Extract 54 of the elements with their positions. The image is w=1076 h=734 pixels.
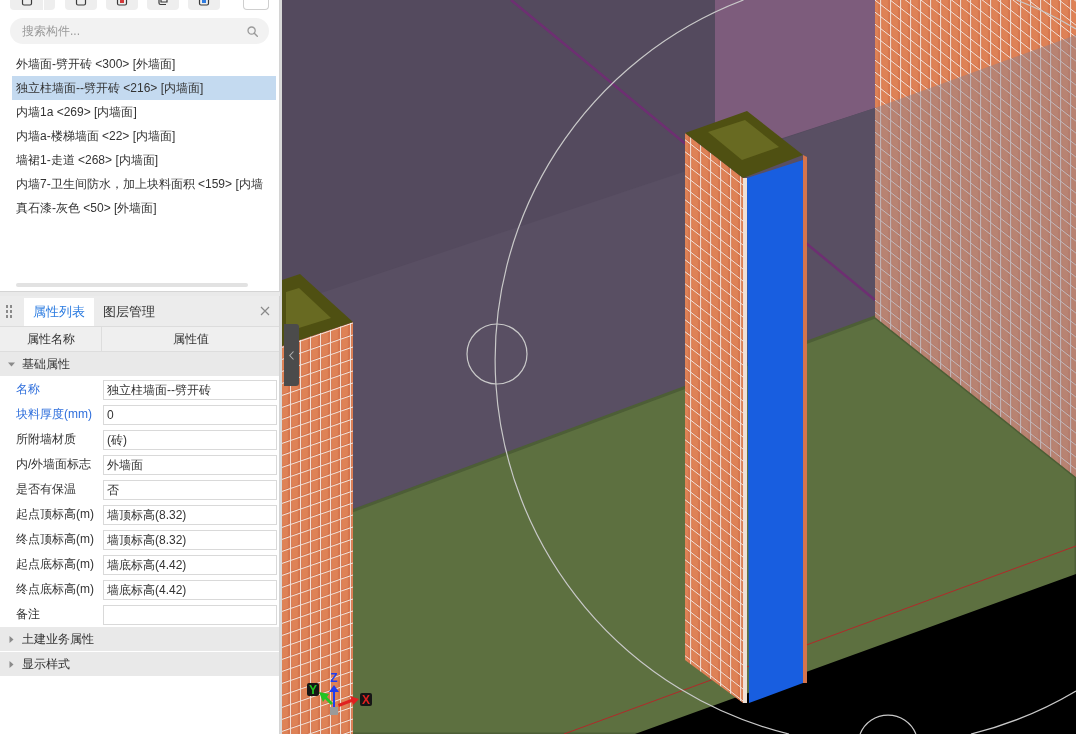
group-header[interactable]: 基础属性: [0, 352, 279, 376]
toolbar-button[interactable]: [106, 0, 138, 10]
gizmo-cube: [330, 707, 338, 715]
property-name: 所附墙材质: [15, 431, 76, 448]
property-value-field[interactable]: 外墙面: [103, 454, 277, 475]
component-list-item[interactable]: 内墙a-楼梯墙面 <22> [内墙面]: [12, 124, 276, 148]
property-name: 起点底标高(m): [15, 556, 94, 573]
property-value-field[interactable]: 墙顶标高(8.32): [103, 504, 277, 525]
property-name: 备注: [15, 606, 40, 623]
square-outline-icon: [75, 0, 87, 6]
component-list-item[interactable]: 墙裙1-走道 <268> [内墙面]: [12, 148, 276, 172]
toolbar-button[interactable]: [65, 0, 97, 10]
axis-label: Y: [307, 683, 319, 697]
pivot-circle: [466, 323, 528, 385]
component-list-item[interactable]: 真石漆-灰色 <50> [外墙面]: [12, 196, 276, 220]
property-name: 名称: [15, 381, 40, 398]
collapse-handle[interactable]: [284, 324, 299, 386]
search-field[interactable]: 搜索构件...: [10, 18, 269, 44]
property-value-field[interactable]: 墙底标高(4.42): [103, 579, 277, 600]
property-name: 是否有保温: [15, 481, 76, 498]
property-name: 终点顶标高(m): [15, 531, 94, 548]
toolbar-button[interactable]: [10, 0, 43, 10]
component-list-item[interactable]: 内墙7-卫生间防水，加上块料面积 <159> [内墙: [12, 172, 276, 196]
square-outline-icon: [116, 0, 128, 6]
property-value-field[interactable]: 独立柱墙面--劈开砖: [103, 379, 277, 400]
group-header[interactable]: 土建业务属性: [0, 627, 279, 651]
stacked-squares-icon: [157, 0, 169, 6]
property-name: 终点底标高(m): [15, 581, 94, 598]
tab[interactable]: 图层管理: [94, 298, 164, 326]
property-value-field[interactable]: [103, 604, 277, 625]
property-value-field[interactable]: 墙顶标高(8.32): [103, 529, 277, 550]
group-header[interactable]: 显示样式: [0, 652, 279, 676]
column-header: 属性值: [172, 330, 209, 348]
property-name: 内/外墙面标志: [15, 456, 92, 473]
toolbar-button[interactable]: [147, 0, 179, 10]
property-name: 起点顶标高(m): [15, 506, 94, 523]
component-list-item[interactable]: 独立柱墙面--劈开砖 <216> [内墙面]: [12, 76, 276, 100]
property-value-field[interactable]: (砖): [103, 429, 277, 450]
axis-label: X: [360, 693, 372, 707]
tab[interactable]: 属性列表: [24, 298, 94, 326]
component-list-item[interactable]: 外墙面-劈开砖 <300> [外墙面]: [12, 52, 276, 76]
property-value-field[interactable]: 否: [103, 479, 277, 500]
toolbar-button[interactable]: [188, 0, 220, 10]
square-outline-icon: [20, 0, 33, 6]
drag-handle-icon[interactable]: [6, 304, 12, 318]
square-outline-icon: [198, 0, 210, 6]
property-value-field[interactable]: 0: [103, 404, 277, 425]
close-icon[interactable]: [260, 306, 270, 316]
property-value-field[interactable]: 墙底标高(4.42): [103, 554, 277, 575]
property-name: 块料厚度(mm): [15, 406, 92, 423]
chevron-left-icon: [289, 350, 294, 360]
search-icon: [247, 26, 258, 37]
component-list-item[interactable]: 内墙1a <269> [内墙面]: [12, 100, 276, 124]
column-header: 属性名称: [26, 330, 75, 348]
